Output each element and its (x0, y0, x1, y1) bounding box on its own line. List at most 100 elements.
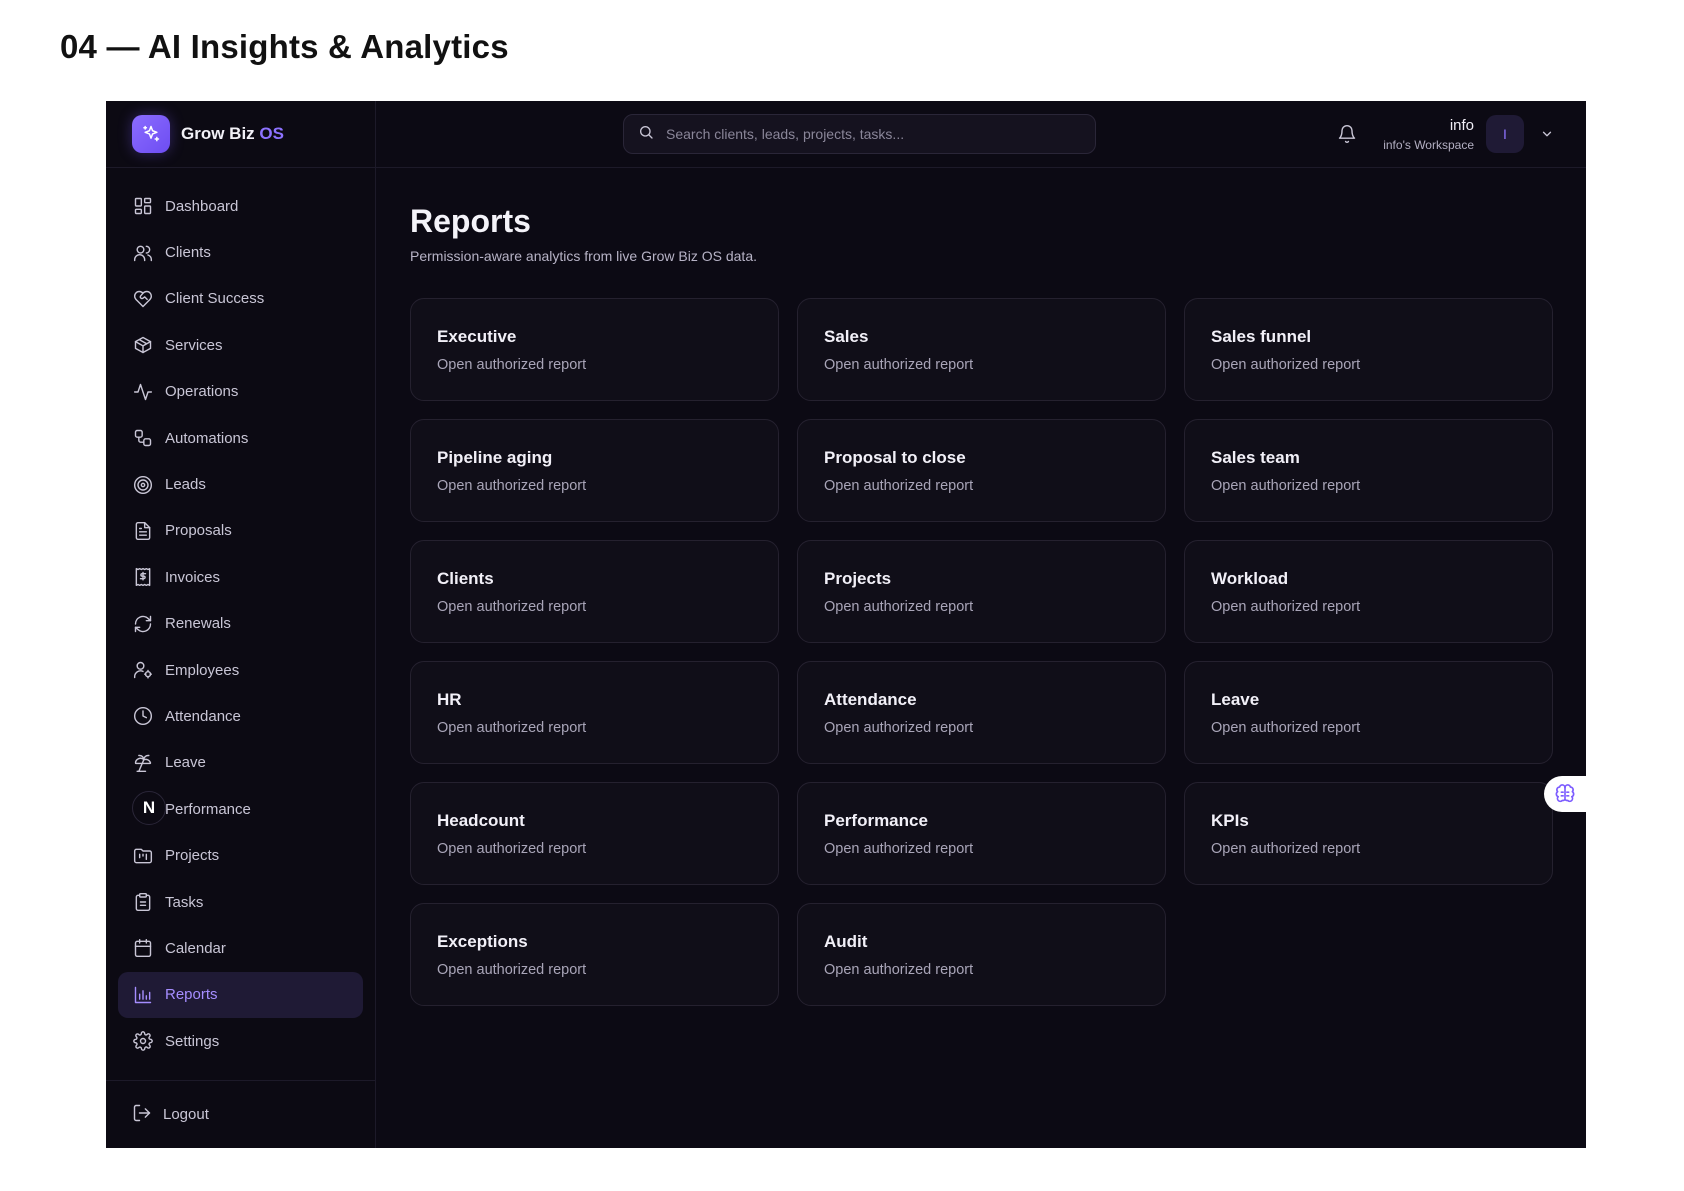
sidebar-item-label: Leads (165, 476, 206, 494)
sidebar-item-performance[interactable]: N Performance (118, 786, 363, 832)
sidebar-item-attendance[interactable]: Attendance (118, 693, 363, 739)
report-card-title: Sales (824, 327, 869, 346)
sidebar-item-label: Calendar (165, 939, 226, 957)
report-card-title: Workload (1211, 569, 1289, 588)
report-card-subtitle: Open authorized report (824, 478, 974, 494)
calendar-icon (132, 937, 154, 959)
n-badge[interactable]: N (132, 791, 166, 826)
package-icon (132, 334, 154, 356)
reports-grid: Executive Open authorized report Sales Open… (410, 298, 1554, 1006)
sidebar-item-label: Settings (165, 1032, 220, 1050)
report-card-audit[interactable]: Audit Open authorized report (797, 903, 1166, 1006)
sidebar-item-services[interactable]: Services (118, 322, 363, 368)
file-text-icon (132, 520, 154, 542)
sidebar-item-tasks[interactable]: Tasks (118, 879, 363, 925)
report-card-workload[interactable]: Workload Open authorized report (1184, 540, 1553, 643)
sidebar-item-leave[interactable]: Leave (118, 740, 363, 786)
report-card-executive[interactable]: Executive Open authorized report (410, 298, 779, 401)
sidebar-item-reports[interactable]: Reports (118, 971, 363, 1019)
notifications-bell-icon[interactable] (1335, 122, 1359, 146)
sidebar-item-clients[interactable]: Clients (118, 229, 363, 275)
logout-button[interactable]: Logout (106, 1080, 375, 1148)
sidebar-item-operations[interactable]: Operations (118, 369, 363, 415)
sidebar-item-employees[interactable]: Employees (118, 647, 363, 693)
users-icon (132, 242, 154, 264)
report-card-projects[interactable]: Projects Open authorized report (797, 540, 1166, 643)
dashboard-icon (132, 195, 154, 217)
ai-assistant-brain-icon[interactable] (1544, 776, 1586, 812)
sidebar-item-proposals[interactable]: Proposals (118, 508, 363, 554)
bar-chart-icon (132, 984, 154, 1006)
logout-icon (132, 1103, 152, 1127)
report-card-sales-team[interactable]: Sales team Open authorized report (1184, 419, 1553, 522)
report-card-title: Proposal to close (824, 448, 966, 467)
gear-icon (132, 1030, 154, 1052)
page-subtitle: Permission-aware analytics from live Gro… (410, 248, 757, 264)
search-box[interactable] (623, 114, 1096, 154)
sidebar-item-label: Tasks (165, 893, 204, 911)
sidebar-item-client-success[interactable]: Client Success (118, 276, 363, 322)
sidebar-item-automations[interactable]: Automations (118, 415, 363, 461)
report-card-subtitle: Open authorized report (437, 720, 587, 736)
sidebar-item-label: Proposals (165, 522, 232, 540)
user-info[interactable]: info info's Workspace (1383, 117, 1474, 152)
sidebar-item-renewals[interactable]: Renewals (118, 601, 363, 647)
report-card-sales-funnel[interactable]: Sales funnel Open authorized report (1184, 298, 1553, 401)
receipt-icon (132, 566, 154, 588)
report-card-title: Attendance (824, 690, 917, 709)
report-card-subtitle: Open authorized report (824, 357, 974, 373)
sidebar-item-label: Operations (165, 383, 239, 401)
clock-icon (132, 705, 154, 727)
report-card-attendance[interactable]: Attendance Open authorized report (797, 661, 1166, 764)
report-card-subtitle: Open authorized report (437, 599, 587, 615)
palm-tree-icon (132, 752, 154, 774)
sidebar-item-projects[interactable]: Projects (118, 832, 363, 878)
sidebar-item-dashboard[interactable]: Dashboard (118, 183, 363, 229)
sidebar-item-label: Leave (165, 754, 206, 772)
sidebar-item-settings[interactable]: Settings (118, 1018, 363, 1064)
brand[interactable]: Grow Biz OS (106, 101, 375, 168)
report-card-leave[interactable]: Leave Open authorized report (1184, 661, 1553, 764)
sidebar-item-label: Renewals (165, 615, 231, 633)
report-card-clients[interactable]: Clients Open authorized report (410, 540, 779, 643)
report-card-title: Leave (1211, 690, 1260, 709)
report-card-subtitle: Open authorized report (824, 962, 974, 978)
sidebar-nav: Dashboard Clients Client Success Services Op… (106, 168, 375, 1064)
search-input[interactable] (666, 126, 1066, 142)
sidebar-item-calendar[interactable]: Calendar (118, 925, 363, 971)
report-card-performance[interactable]: Performance Open authorized report (797, 782, 1166, 885)
report-card-kpis[interactable]: KPIs Open authorized report (1184, 782, 1553, 885)
sidebar-item-label: Dashboard (165, 197, 239, 215)
sparkles-logo-icon (132, 115, 170, 153)
report-card-title: Sales team (1211, 448, 1300, 467)
app-window: Grow Biz OS Dashboard Clients Client Succe… (106, 101, 1586, 1148)
report-card-proposal-to-close[interactable]: Proposal to close Open authorized report (797, 419, 1166, 522)
report-card-exceptions[interactable]: Exceptions Open authorized report (410, 903, 779, 1006)
report-card-subtitle: Open authorized report (1211, 720, 1361, 736)
sidebar: Grow Biz OS Dashboard Clients Client Succe… (106, 101, 376, 1148)
avatar[interactable]: I (1486, 115, 1524, 153)
activity-icon (132, 381, 154, 403)
folder-kanban-icon (132, 845, 154, 867)
sidebar-item-invoices[interactable]: Invoices (118, 554, 363, 600)
workflow-icon (132, 427, 154, 449)
target-icon (132, 474, 154, 496)
sidebar-item-leads[interactable]: Leads (118, 461, 363, 507)
report-card-hr[interactable]: HR Open authorized report (410, 661, 779, 764)
brand-name: Grow Biz OS (181, 124, 284, 144)
sidebar-item-label: Client Success (165, 290, 265, 308)
chevron-down-icon[interactable] (1538, 125, 1556, 143)
user-cog-icon (132, 659, 154, 681)
sidebar-item-label: Performance (165, 800, 251, 818)
report-card-subtitle: Open authorized report (824, 720, 974, 736)
report-card-headcount[interactable]: Headcount Open authorized report (410, 782, 779, 885)
report-card-sales[interactable]: Sales Open authorized report (797, 298, 1166, 401)
brand-name-accent: OS (259, 124, 284, 143)
main-content: info info's Workspace I Reports Permissi… (376, 101, 1586, 1148)
report-card-title: HR (437, 690, 462, 709)
search-icon (638, 124, 654, 145)
top-bar: info info's Workspace I (376, 101, 1586, 168)
report-card-title: Executive (437, 327, 517, 346)
report-card-pipeline-aging[interactable]: Pipeline aging Open authorized report (410, 419, 779, 522)
sidebar-item-label: Services (165, 336, 223, 354)
